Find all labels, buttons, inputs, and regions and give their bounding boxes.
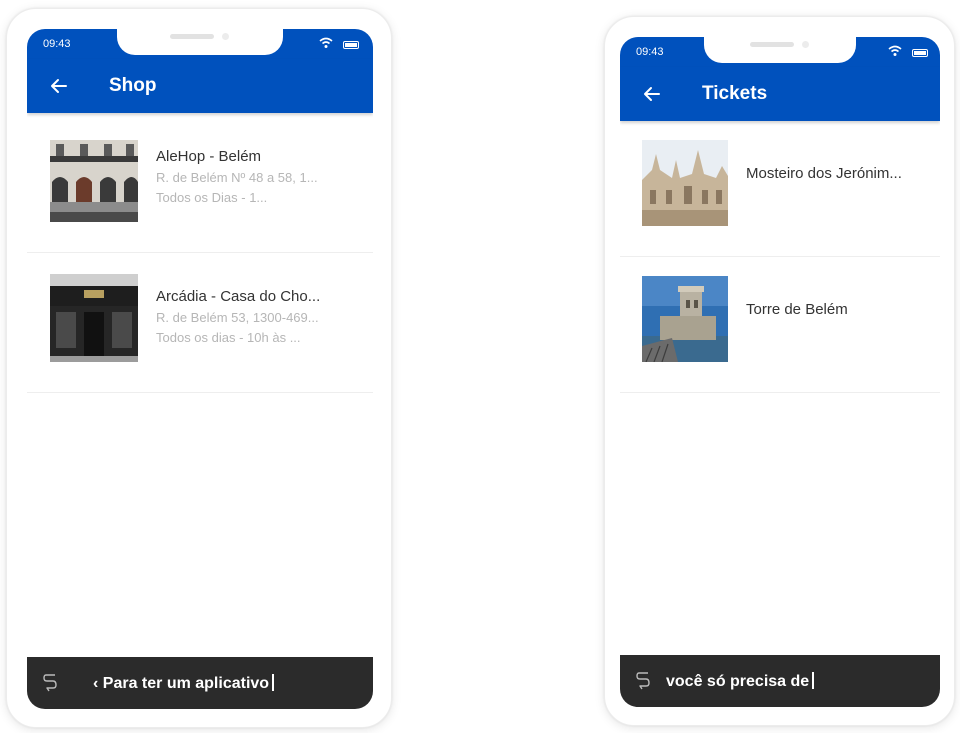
caption-text: ‹ Para ter um aplicativo (93, 674, 275, 693)
thumbnail-shop-front (50, 274, 138, 362)
item-title: AleHop - Belém (156, 148, 262, 165)
s-logo-icon (43, 674, 57, 692)
speaker-grill (750, 42, 794, 47)
camera-dot (802, 41, 809, 48)
phone-frame-shop: 09:43 Shop AleHop - Belém R. de Belém Nº… (6, 8, 392, 728)
phone-notch (117, 29, 283, 55)
item-address: R. de Belém Nº 48 a 58, 1... (156, 170, 318, 185)
caption-label: ‹ Para ter um aplicativo (93, 675, 270, 692)
caption-text: você só precisa de (666, 672, 815, 691)
thumbnail-tower (642, 276, 728, 362)
status-bar: 09:43 (620, 37, 940, 67)
app-bar: Shop (27, 59, 373, 113)
shop-list: AleHop - Belém R. de Belém Nº 48 a 58, 1… (27, 113, 373, 393)
caption-label: você só precisa de (666, 673, 810, 690)
app-bar: Tickets (620, 67, 940, 121)
wifi-icon (888, 45, 902, 56)
thumbnail-building-facade (50, 134, 138, 222)
s-logo-icon (636, 672, 650, 690)
item-address: R. de Belém 53, 1300-469... (156, 310, 319, 325)
item-hours: Todos os dias - 10h às ... (156, 330, 301, 345)
phone-notch (704, 37, 856, 63)
item-title: Arcádia - Casa do Cho... (156, 288, 321, 305)
speaker-grill (170, 34, 214, 39)
battery-icon (343, 41, 359, 49)
tickets-list: Mosteiro dos Jerónim... Torre de Belém (620, 121, 940, 393)
camera-dot (222, 33, 229, 40)
bottom-caption-bar: ‹ Para ter um aplicativo (27, 657, 373, 709)
text-cursor (272, 674, 275, 691)
page-title: Tickets (702, 83, 768, 104)
status-time: 09:43 (636, 46, 664, 58)
battery-icon (912, 49, 928, 57)
list-item-mosteiro[interactable]: Mosteiro dos Jerónim... (620, 121, 940, 257)
status-bar: 09:43 (27, 29, 373, 59)
phone-frame-tickets: 09:43 Tickets Mosteiro dos Jerónim... To… (604, 16, 955, 726)
phone-screen: 09:43 Tickets Mosteiro dos Jerónim... To… (620, 37, 940, 707)
list-item-torre[interactable]: Torre de Belém (620, 257, 940, 393)
bottom-caption-bar: você só precisa de (620, 655, 940, 707)
item-hours: Todos os Dias - 1... (156, 190, 268, 205)
list-item-arcadia[interactable]: Arcádia - Casa do Cho... R. de Belém 53,… (27, 253, 373, 393)
arrow-left-icon[interactable] (49, 76, 69, 96)
arrow-left-icon[interactable] (642, 84, 662, 104)
status-time: 09:43 (43, 38, 71, 50)
text-cursor (812, 672, 815, 689)
item-title: Torre de Belém (746, 301, 848, 318)
page-title: Shop (109, 75, 157, 96)
list-item-alehop[interactable]: AleHop - Belém R. de Belém Nº 48 a 58, 1… (27, 113, 373, 253)
phone-screen: 09:43 Shop AleHop - Belém R. de Belém Nº… (27, 29, 373, 709)
thumbnail-monastery (642, 140, 728, 226)
wifi-icon (319, 37, 333, 48)
item-title: Mosteiro dos Jerónim... (746, 165, 902, 182)
